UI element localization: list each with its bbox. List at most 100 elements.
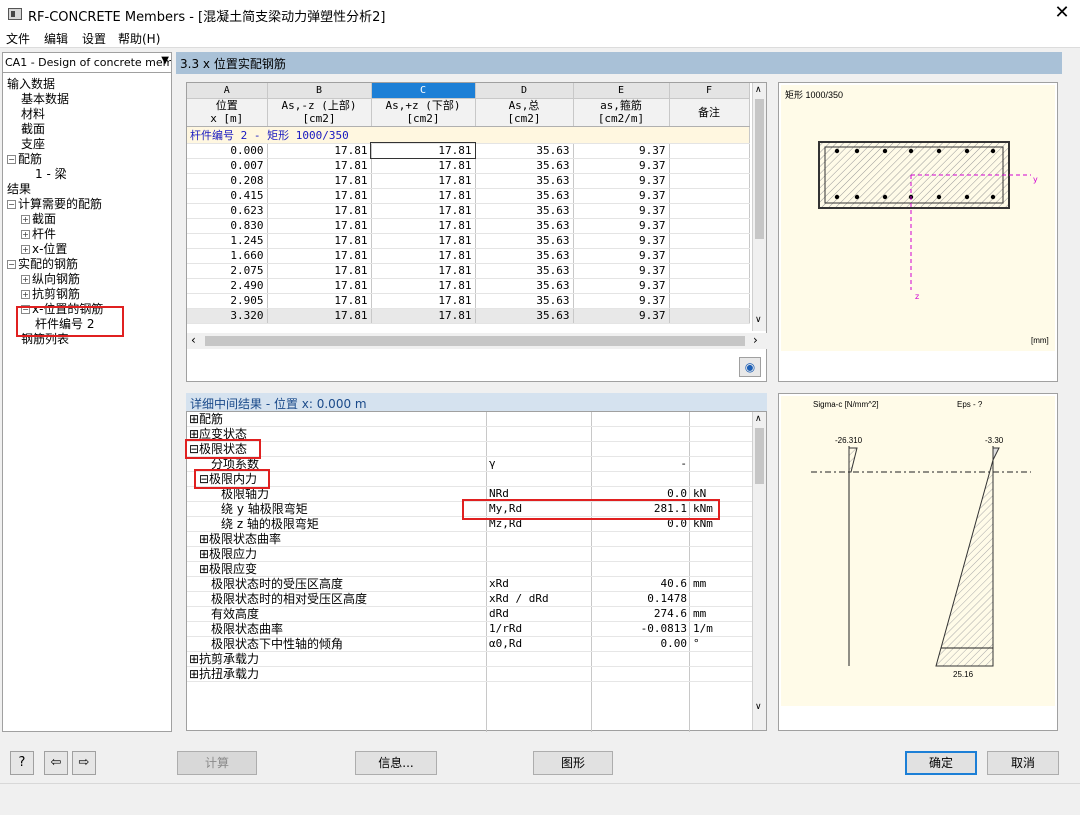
table-cell[interactable]: 17.81 (267, 203, 372, 219)
tree-item[interactable]: + 抗剪钢筋 (21, 287, 80, 302)
detail-row[interactable]: 极限状态下中性轴的倾角 α0,Rd 0.00 ° (187, 637, 753, 652)
detail-row[interactable]: ⊞极限应力 (187, 547, 753, 562)
tree-item[interactable]: + 杆件 (21, 227, 56, 242)
table-cell[interactable]: 17.81 (267, 188, 372, 204)
table-cell[interactable]: 9.37 (573, 263, 670, 279)
table-row[interactable]: 2.075 17.81 17.81 35.63 9.37 (187, 263, 750, 279)
table-cell[interactable]: 17.81 (267, 218, 372, 234)
table-cell[interactable]: 9.37 (573, 218, 670, 234)
table-cell[interactable]: 17.81 (371, 203, 476, 219)
table-cell[interactable]: 0.830 (187, 218, 268, 234)
detail-scroll-up-icon[interactable]: ∧ (755, 414, 762, 424)
scroll-right-icon[interactable]: › (753, 333, 758, 347)
table-row[interactable]: 0.208 17.81 17.81 35.63 9.37 (187, 173, 750, 189)
table-cell[interactable] (669, 308, 750, 324)
detail-row[interactable]: 极限状态时的受压区高度 xRd 40.6 mm (187, 577, 753, 592)
detail-row[interactable]: ⊞应变状态 (187, 427, 753, 442)
table-cell[interactable]: 35.63 (475, 173, 574, 189)
table-cell[interactable]: 17.81 (267, 173, 372, 189)
table-cell[interactable]: 35.63 (475, 203, 574, 219)
case-select[interactable]: CA1 - Design of concrete mem ▼ (3, 53, 171, 73)
grid-scroll-thumb[interactable] (755, 99, 764, 239)
table-cell[interactable] (669, 293, 750, 309)
table-cell[interactable]: 17.81 (371, 263, 476, 279)
table-cell[interactable]: 35.63 (475, 233, 574, 249)
table-row[interactable]: 0.623 17.81 17.81 35.63 9.37 (187, 203, 750, 219)
info-button[interactable]: 信息... (355, 751, 437, 775)
expand-icon[interactable]: + (21, 230, 30, 239)
grid-vertical-scrollbar[interactable]: ∧ ∨ (752, 83, 766, 331)
expand-icon[interactable]: + (21, 290, 30, 299)
column-letter[interactable]: E (573, 83, 670, 99)
detail-row[interactable]: ⊞配筋 (187, 412, 753, 427)
table-cell[interactable] (669, 278, 750, 294)
table-cell[interactable]: 17.81 (371, 188, 476, 204)
table-cell[interactable]: 35.63 (475, 293, 574, 309)
table-cell[interactable]: 17.81 (371, 293, 476, 309)
column-letter[interactable]: B (267, 83, 372, 99)
menu-settings[interactable]: 设置 (82, 30, 106, 47)
table-cell[interactable] (669, 248, 750, 264)
detail-row[interactable]: ⊞抗扭承载力 (187, 667, 753, 682)
expand-icon[interactable]: + (21, 245, 30, 254)
table-cell[interactable]: 17.81 (267, 263, 372, 279)
table-cell[interactable]: 17.81 (371, 233, 476, 249)
table-cell[interactable] (669, 203, 750, 219)
previous-button[interactable]: ⇦ (44, 751, 68, 775)
detail-row[interactable]: 分项系数 γ - (187, 457, 753, 472)
table-cell[interactable]: 17.81 (267, 293, 372, 309)
table-cell[interactable]: 17.81 (267, 233, 372, 249)
table-cell[interactable]: 17.81 (267, 308, 372, 324)
table-cell[interactable]: 9.37 (573, 173, 670, 189)
scroll-left-icon[interactable]: ‹ (191, 333, 196, 347)
table-row[interactable]: 1.245 17.81 17.81 35.63 9.37 (187, 233, 750, 249)
detail-results-list[interactable]: ⊞配筋 ⊞应变状态 ⊟极限状态 分项系数 γ - ⊟极限内力 极限轴力 NRd 0.0 kN 绕 y … (186, 411, 767, 732)
table-cell[interactable]: 1.660 (187, 248, 268, 264)
table-cell[interactable]: 17.81 (371, 278, 476, 294)
table-cell[interactable]: 35.63 (475, 248, 574, 264)
table-row[interactable]: 0.000 17.81 17.81 35.63 9.37 (187, 142, 750, 159)
table-cell[interactable]: 17.81 (371, 173, 476, 189)
results-grid[interactable]: ABCDEF 位置 x [m] As,-z (上部) [cm2] As,+z (下部)[… (186, 82, 767, 382)
table-cell[interactable]: 9.37 (573, 308, 670, 324)
table-cell[interactable]: 17.81 (267, 278, 372, 294)
table-row[interactable]: 2.490 17.81 17.81 35.63 9.37 (187, 278, 750, 294)
table-cell[interactable]: 1.245 (187, 233, 268, 249)
expand-icon[interactable]: + (21, 275, 30, 284)
table-row[interactable]: 2.905 17.81 17.81 35.63 9.37 (187, 293, 750, 309)
table-cell[interactable]: 9.37 (573, 158, 670, 174)
calculate-button[interactable]: 计算 (177, 751, 257, 775)
tree-item[interactable]: 1 - 梁 (35, 167, 67, 182)
tree-item[interactable]: − 计算需要的配筋 (7, 197, 102, 212)
collapse-icon[interactable]: − (7, 260, 16, 269)
detail-scroll-thumb[interactable] (755, 428, 764, 484)
table-cell[interactable]: 35.63 (475, 143, 574, 159)
table-cell[interactable]: 2.905 (187, 293, 268, 309)
menu-help[interactable]: 帮助(H) (118, 30, 160, 47)
table-cell[interactable] (669, 173, 750, 189)
graphic-button[interactable]: 图形 (533, 751, 613, 775)
table-cell[interactable]: 35.63 (475, 308, 574, 324)
column-letter[interactable]: A (187, 83, 268, 99)
detail-row[interactable]: ⊞抗剪承载力 (187, 652, 753, 667)
table-row[interactable]: 1.660 17.81 17.81 35.63 9.37 (187, 248, 750, 264)
grid-hscroll-thumb[interactable] (205, 336, 745, 346)
table-cell[interactable]: 9.37 (573, 278, 670, 294)
table-cell[interactable]: 9.37 (573, 188, 670, 204)
table-cell[interactable]: 17.81 (371, 218, 476, 234)
table-cell[interactable]: 35.63 (475, 278, 574, 294)
table-cell[interactable]: 35.63 (475, 158, 574, 174)
table-cell[interactable]: 9.37 (573, 143, 670, 159)
tree-item[interactable]: − 配筋 (7, 152, 42, 167)
table-cell[interactable]: 17.81 (370, 142, 476, 159)
tree-item[interactable]: 基本数据 (21, 92, 69, 107)
detail-scroll-down-icon[interactable]: ∨ (755, 702, 762, 712)
detail-row[interactable]: ⊞极限应变 (187, 562, 753, 577)
column-letter[interactable]: C (371, 83, 476, 99)
detail-vertical-scrollbar[interactable]: ∧ ∨ (752, 412, 766, 730)
ok-button[interactable]: 确定 (905, 751, 977, 775)
table-cell[interactable] (669, 188, 750, 204)
grid-horizontal-scrollbar[interactable]: ‹ › (187, 333, 767, 349)
scroll-down-icon[interactable]: ∨ (755, 315, 762, 325)
collapse-icon[interactable]: − (7, 155, 16, 164)
